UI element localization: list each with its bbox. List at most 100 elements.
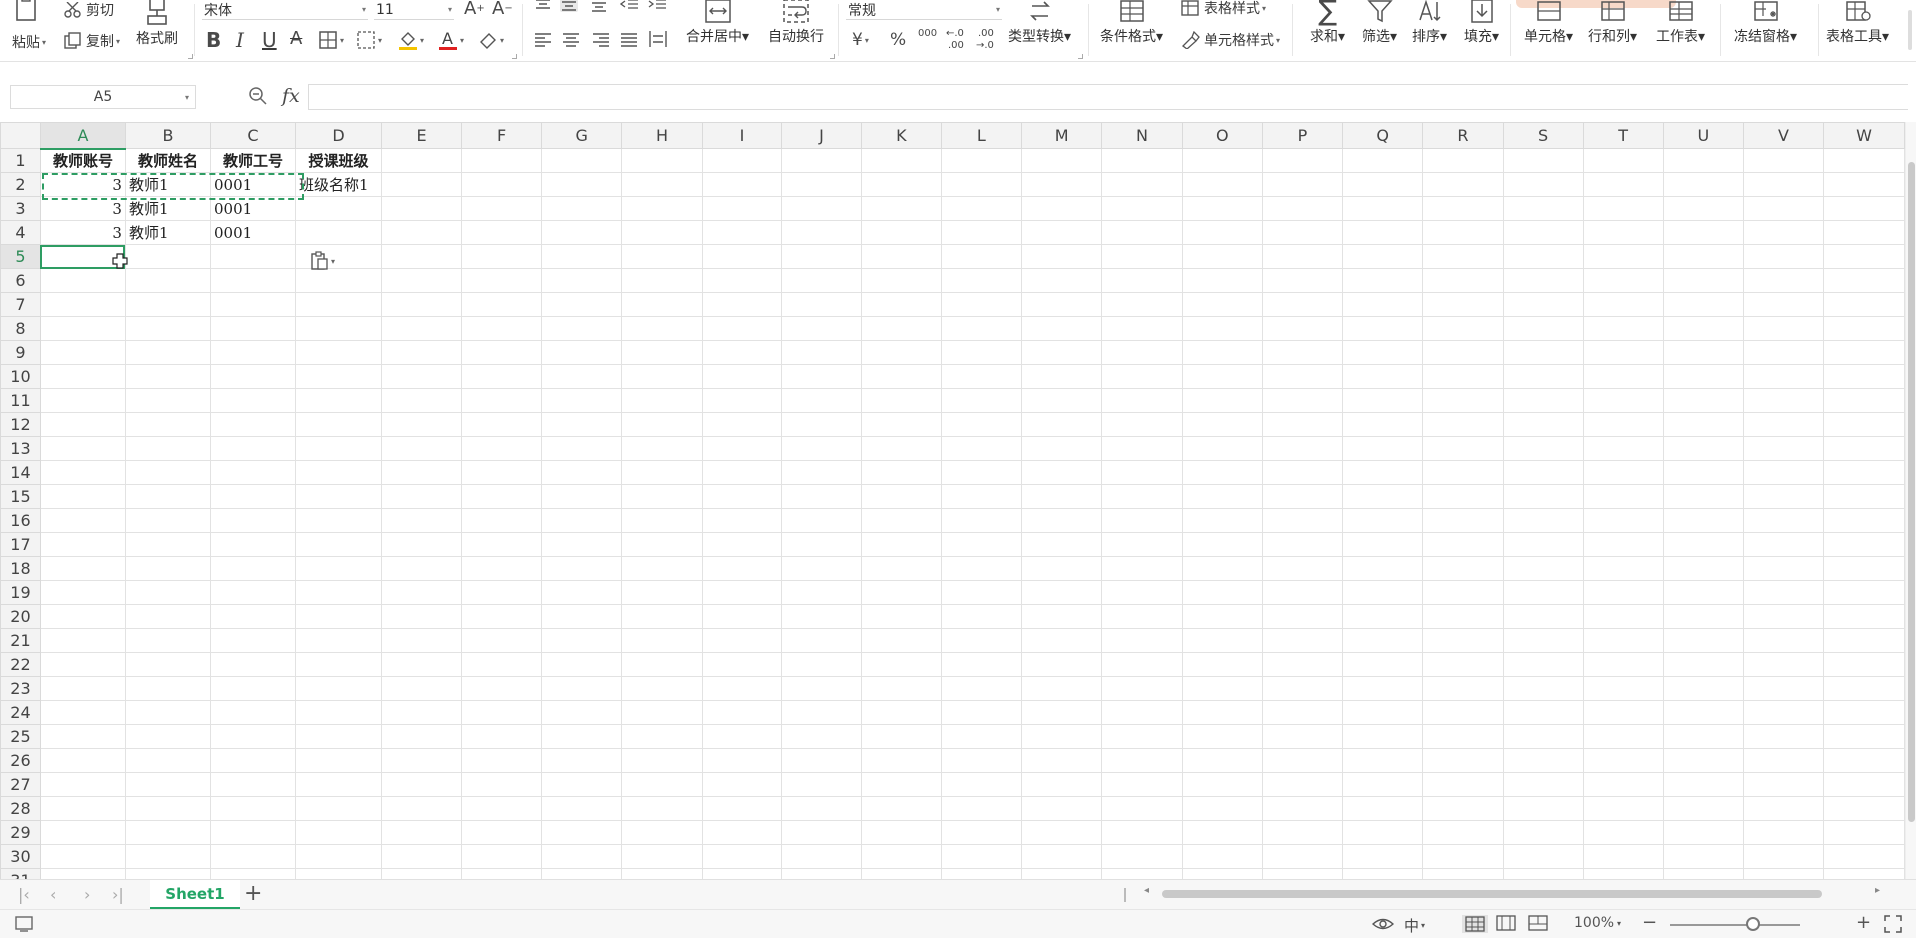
clipboard-dialog-launcher[interactable]: [188, 54, 193, 59]
cell-h26[interactable]: [621, 748, 703, 773]
cell-t17[interactable]: [1582, 532, 1664, 557]
cell-n31[interactable]: [1101, 868, 1183, 879]
cell-m1[interactable]: [1020, 148, 1103, 173]
cell-f11[interactable]: [461, 388, 543, 413]
cell-k7[interactable]: [860, 292, 942, 317]
cell-n25[interactable]: [1101, 724, 1183, 749]
column-header-o[interactable]: O: [1181, 122, 1263, 149]
cell-k14[interactable]: [860, 460, 942, 485]
cell-i24[interactable]: [701, 700, 783, 725]
cell-t23[interactable]: [1582, 676, 1664, 701]
cell-d8[interactable]: [295, 316, 382, 341]
cell-s19[interactable]: [1502, 580, 1584, 605]
last-sheet-icon[interactable]: ›|: [112, 885, 124, 904]
cell-c9[interactable]: [209, 340, 297, 365]
cell-n13[interactable]: [1101, 436, 1183, 461]
cell-h15[interactable]: [621, 484, 703, 509]
cell-k23[interactable]: [860, 676, 942, 701]
cell-s17[interactable]: [1502, 532, 1584, 557]
cell-g16[interactable]: [541, 508, 623, 533]
cell-e22[interactable]: [380, 652, 463, 677]
cell-q20[interactable]: [1341, 604, 1424, 629]
table-style-button[interactable]: 表格样式 ▾: [1180, 0, 1266, 18]
cell-e20[interactable]: [380, 604, 463, 629]
cell-c19[interactable]: [209, 580, 297, 605]
cell-s23[interactable]: [1502, 676, 1584, 701]
cell-d7[interactable]: [295, 292, 382, 317]
cell-b3[interactable]: 教师1: [124, 196, 211, 221]
cell-i19[interactable]: [701, 580, 783, 605]
cell-w8[interactable]: [1823, 316, 1905, 341]
cell-u29[interactable]: [1662, 820, 1744, 845]
cell-u28[interactable]: [1662, 796, 1744, 821]
cell-g8[interactable]: [541, 316, 623, 341]
cell-c22[interactable]: [209, 652, 297, 677]
cell-g3[interactable]: [541, 196, 623, 221]
cell-s7[interactable]: [1502, 292, 1584, 317]
cell-p4[interactable]: [1261, 220, 1344, 245]
cell-n27[interactable]: [1101, 772, 1183, 797]
cell-c26[interactable]: [209, 748, 297, 773]
cell-l17[interactable]: [940, 532, 1022, 557]
zoom-slider-knob[interactable]: [1746, 917, 1760, 931]
ribbon-scroll[interactable]: [1908, 10, 1912, 50]
cell-s22[interactable]: [1502, 652, 1584, 677]
cell-q24[interactable]: [1341, 700, 1424, 725]
cell-t3[interactable]: [1582, 196, 1664, 221]
cell-k6[interactable]: [860, 268, 942, 293]
cell-w25[interactable]: [1823, 724, 1905, 749]
copy-button[interactable]: 复制 ▾: [64, 31, 120, 51]
cell-r13[interactable]: [1422, 436, 1504, 461]
currency-button[interactable]: ¥ ▾: [852, 30, 869, 50]
cell-p18[interactable]: [1261, 556, 1344, 581]
input-mode-button[interactable]: 中 ▾: [1404, 915, 1425, 936]
cell-p9[interactable]: [1261, 340, 1344, 365]
row-header-24[interactable]: 24: [0, 700, 41, 725]
cell-v31[interactable]: [1742, 868, 1825, 879]
cell-f23[interactable]: [461, 676, 543, 701]
cell-o7[interactable]: [1181, 292, 1263, 317]
cell-b25[interactable]: [124, 724, 211, 749]
cell-w27[interactable]: [1823, 772, 1905, 797]
cell-s18[interactable]: [1502, 556, 1584, 581]
cell-q3[interactable]: [1341, 196, 1424, 221]
cell-g18[interactable]: [541, 556, 623, 581]
cell-w20[interactable]: [1823, 604, 1905, 629]
cell-v1[interactable]: [1742, 148, 1825, 173]
cell-w23[interactable]: [1823, 676, 1905, 701]
cell-d10[interactable]: [295, 364, 382, 389]
cell-c5[interactable]: [209, 244, 297, 269]
cell-g4[interactable]: [541, 220, 623, 245]
cell-b24[interactable]: [124, 700, 211, 725]
number-dialog-launcher[interactable]: [1078, 54, 1083, 59]
align-top-button[interactable]: [534, 0, 552, 12]
cell-w28[interactable]: [1823, 796, 1905, 821]
row-header-12[interactable]: 12: [0, 412, 41, 437]
cell-q5[interactable]: [1341, 244, 1424, 269]
page-layout-view-icon[interactable]: [1496, 915, 1516, 931]
cell-a20[interactable]: [39, 604, 126, 629]
cell-o20[interactable]: [1181, 604, 1263, 629]
cell-q12[interactable]: [1341, 412, 1424, 437]
cell-k21[interactable]: [860, 628, 942, 653]
cell-c7[interactable]: [209, 292, 297, 317]
alignment-dialog-launcher[interactable]: [830, 54, 835, 59]
cell-h18[interactable]: [621, 556, 703, 581]
cell-o11[interactable]: [1181, 388, 1263, 413]
cell-e5[interactable]: [380, 244, 463, 269]
cell-h9[interactable]: [621, 340, 703, 365]
cell-g13[interactable]: [541, 436, 623, 461]
cell-q11[interactable]: [1341, 388, 1424, 413]
cell-d21[interactable]: [295, 628, 382, 653]
column-header-h[interactable]: H: [621, 122, 703, 149]
cell-o15[interactable]: [1181, 484, 1263, 509]
row-header-22[interactable]: 22: [0, 652, 41, 677]
row-header-15[interactable]: 15: [0, 484, 41, 509]
cell-r28[interactable]: [1422, 796, 1504, 821]
cell-u22[interactable]: [1662, 652, 1744, 677]
cell-q7[interactable]: [1341, 292, 1424, 317]
cell-d19[interactable]: [295, 580, 382, 605]
align-center-button[interactable]: [562, 32, 580, 48]
cell-e6[interactable]: [380, 268, 463, 293]
cell-p28[interactable]: [1261, 796, 1344, 821]
